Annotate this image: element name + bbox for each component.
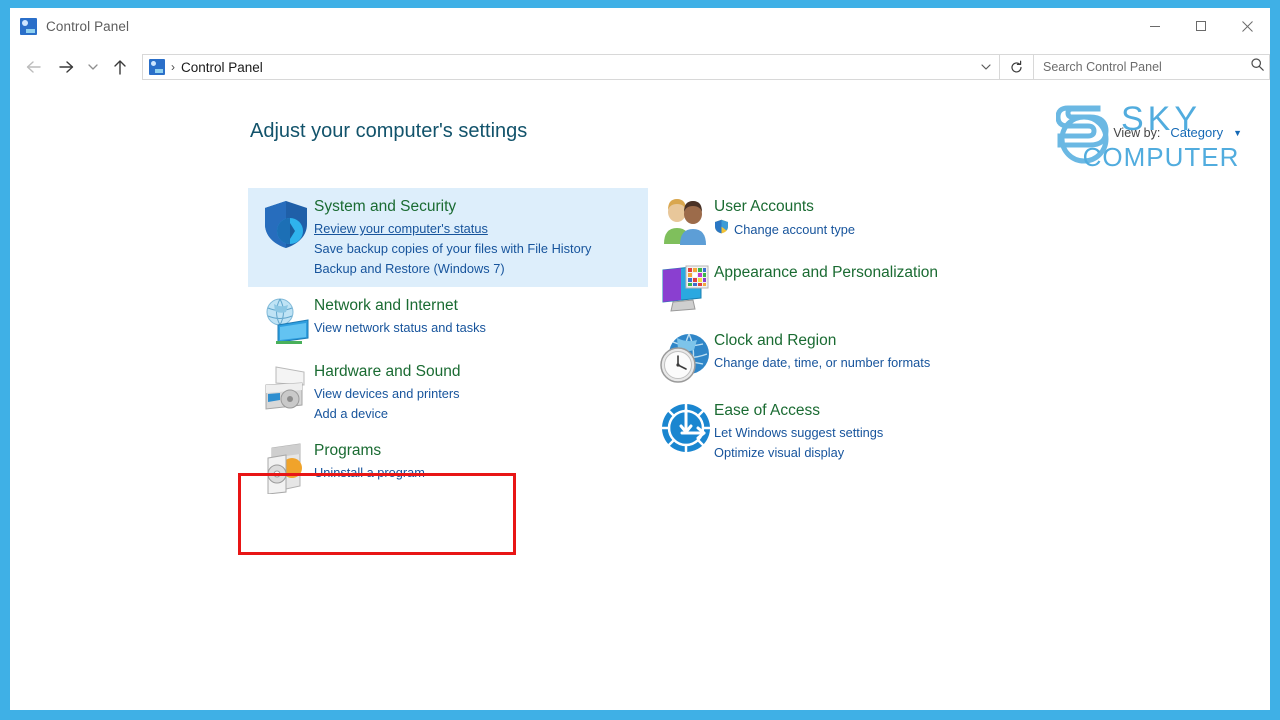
- search-icon[interactable]: [1250, 57, 1265, 77]
- category-title-user-accounts[interactable]: User Accounts: [714, 196, 1038, 217]
- refresh-button[interactable]: [1000, 54, 1034, 80]
- minimize-button[interactable]: [1132, 8, 1178, 44]
- category-link[interactable]: Change account type: [714, 219, 1038, 240]
- window-title: Control Panel: [46, 18, 130, 34]
- search-box[interactable]: Search Control Panel: [1034, 54, 1270, 80]
- category-link[interactable]: Optimize visual display: [714, 443, 1038, 463]
- uac-shield-icon: [715, 219, 728, 234]
- category-link[interactable]: Backup and Restore (Windows 7): [314, 259, 638, 279]
- back-arrow-icon: [26, 61, 41, 73]
- category-user-accounts[interactable]: User Accounts Change account type: [648, 188, 1048, 254]
- navigation-bar: › Control Panel Search Control Panel: [10, 44, 1270, 90]
- printer-icon-wrapper: [258, 361, 314, 424]
- forward-arrow-icon: [59, 61, 74, 73]
- page-title: Adjust your computer's settings: [250, 120, 528, 142]
- view-by-control: View by: Category ▼: [1113, 125, 1242, 140]
- view-by-value[interactable]: Category: [1170, 125, 1223, 140]
- ease-of-access-icon-wrapper: [658, 400, 714, 463]
- category-link[interactable]: Save backup copies of your files with Fi…: [314, 239, 638, 259]
- network-globe-icon: [266, 298, 309, 344]
- category-body: Clock and Region Change date, time, or nu…: [714, 330, 1038, 384]
- close-button[interactable]: [1224, 8, 1270, 44]
- app-frame: Control Panel › Control Panel Search Con…: [0, 0, 1280, 720]
- category-link-label[interactable]: Change account type: [734, 220, 855, 240]
- category-title-system-and-security[interactable]: System and Security: [314, 196, 638, 217]
- category-hardware-and-sound[interactable]: Hardware and Sound View devices and print…: [248, 353, 648, 432]
- up-button[interactable]: [104, 52, 136, 82]
- search-input[interactable]: Search Control Panel: [1043, 60, 1250, 74]
- category-body: Appearance and Personalization: [714, 262, 1038, 314]
- category-body: Network and Internet View network status …: [314, 295, 638, 345]
- category-column-left: System and Security Review your computer'…: [248, 188, 648, 502]
- page-header: Adjust your computer's settings View by:…: [250, 120, 1242, 143]
- category-title-network-and-internet[interactable]: Network and Internet: [314, 295, 638, 316]
- category-body: User Accounts Change account type: [714, 196, 1038, 246]
- breadcrumb-control-panel[interactable]: Control Panel: [181, 60, 263, 75]
- control-panel-icon: [20, 17, 37, 35]
- ease-of-access-icon: [661, 403, 711, 453]
- category-title-hardware-and-sound[interactable]: Hardware and Sound: [314, 361, 638, 382]
- up-arrow-icon: [114, 59, 126, 75]
- category-ease-of-access[interactable]: Ease of Access Let Windows suggest settin…: [648, 392, 1048, 471]
- clock-globe-icon: [660, 333, 709, 383]
- category-title-programs[interactable]: Programs: [314, 440, 638, 461]
- watermark-line-2: COMPUTER: [1083, 142, 1240, 172]
- category-link[interactable]: Uninstall a program: [314, 463, 638, 483]
- address-bar[interactable]: › Control Panel: [142, 54, 1000, 80]
- category-link[interactable]: Add a device: [314, 404, 638, 424]
- shield-security-icon-wrapper: [258, 196, 314, 279]
- users-icon-wrapper: [658, 196, 714, 246]
- content-area: Adjust your computer's settings View by:…: [10, 90, 1270, 710]
- category-link[interactable]: View network status and tasks: [314, 318, 638, 338]
- category-title-clock-and-region[interactable]: Clock and Region: [714, 330, 1038, 351]
- category-network-and-internet[interactable]: Network and Internet View network status …: [248, 287, 648, 353]
- category-appearance-and-personalization[interactable]: Appearance and Personalization: [648, 254, 1048, 322]
- category-body: System and Security Review your computer'…: [314, 196, 638, 279]
- control-panel-icon: [149, 59, 165, 75]
- category-body: Ease of Access Let Windows suggest settin…: [714, 400, 1038, 463]
- recent-locations-button[interactable]: [82, 52, 104, 82]
- category-link[interactable]: Let Windows suggest settings: [714, 423, 1038, 443]
- printer-icon: [265, 366, 305, 410]
- view-by-label: View by:: [1113, 126, 1161, 140]
- monitor-palette-icon-wrapper: [658, 262, 714, 314]
- chevron-down-icon[interactable]: ▼: [1233, 128, 1242, 138]
- category-clock-and-region[interactable]: Clock and Region Change date, time, or nu…: [648, 322, 1048, 392]
- control-panel-window: Control Panel › Control Panel Search Con…: [10, 8, 1270, 710]
- shield-security-icon: [265, 201, 307, 248]
- category-link[interactable]: Change date, time, or number formats: [714, 353, 1038, 373]
- programs-disc-icon: [267, 443, 302, 494]
- clock-globe-icon-wrapper: [658, 330, 714, 384]
- users-icon: [664, 199, 706, 245]
- category-programs[interactable]: Programs Uninstall a program: [248, 432, 648, 502]
- category-title-appearance-and-personalization[interactable]: Appearance and Personalization: [714, 262, 1038, 283]
- window-controls: [1132, 8, 1270, 44]
- address-dropdown-button[interactable]: [975, 62, 997, 72]
- breadcrumb-separator: ›: [171, 60, 175, 74]
- uac-shield-icon-wrapper: [714, 219, 729, 240]
- maximize-icon: [1196, 21, 1206, 31]
- category-grid: System and Security Review your computer'…: [248, 188, 1250, 502]
- category-system-and-security[interactable]: System and Security Review your computer'…: [248, 188, 648, 287]
- forward-button[interactable]: [50, 52, 82, 82]
- monitor-palette-icon: [662, 265, 709, 312]
- category-body: Programs Uninstall a program: [314, 440, 638, 494]
- category-link[interactable]: Review your computer's status: [314, 219, 638, 239]
- category-title-ease-of-access[interactable]: Ease of Access: [714, 400, 1038, 421]
- title-bar: Control Panel: [10, 8, 1270, 44]
- network-globe-icon-wrapper: [258, 295, 314, 345]
- chevron-down-icon: [88, 64, 98, 70]
- back-button[interactable]: [18, 52, 50, 82]
- category-body: Hardware and Sound View devices and print…: [314, 361, 638, 424]
- minimize-icon: [1150, 26, 1160, 27]
- chevron-down-icon: [981, 64, 991, 70]
- category-column-right: User Accounts Change account type Appear…: [648, 188, 1048, 502]
- close-icon: [1241, 20, 1253, 32]
- category-link[interactable]: View devices and printers: [314, 384, 638, 404]
- programs-disc-icon-wrapper: [258, 440, 314, 494]
- maximize-button[interactable]: [1178, 8, 1224, 44]
- refresh-icon: [1011, 60, 1022, 73]
